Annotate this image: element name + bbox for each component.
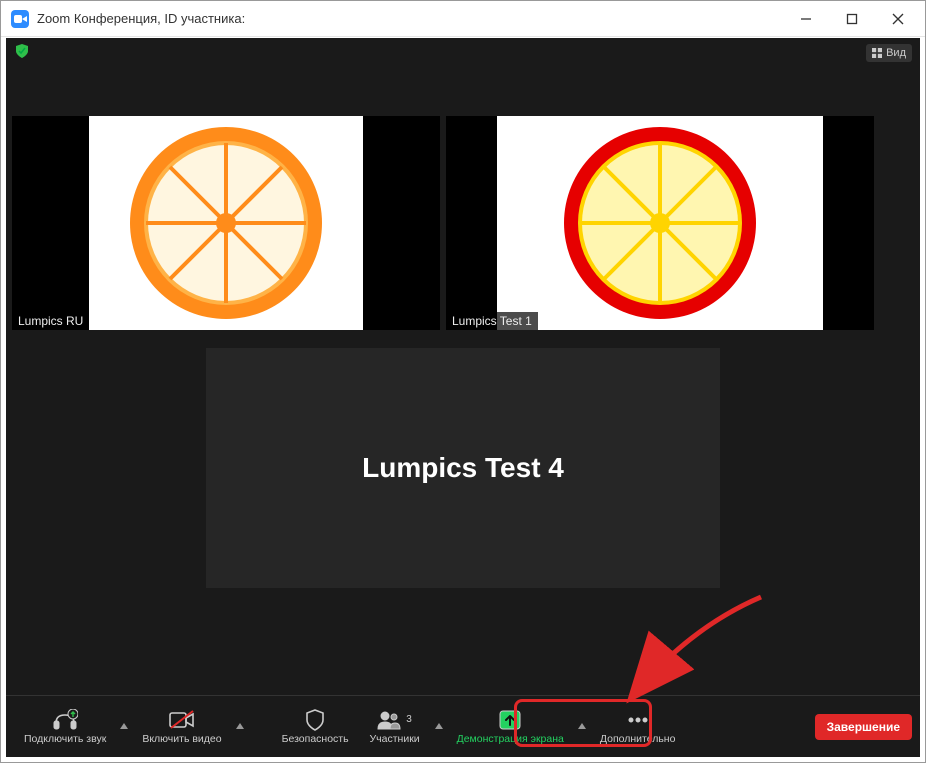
meeting-window: Вид [6, 38, 920, 757]
participant-tile[interactable]: Lumpics Test 1 [446, 116, 874, 330]
participants-label: Участники [369, 733, 419, 745]
window-title: Zoom Конференция, ID участника: [37, 11, 245, 26]
security-label: Безопасность [282, 733, 349, 745]
join-audio-button[interactable]: Подключить звук [14, 705, 116, 749]
participant-name-label: Lumpics RU [12, 312, 89, 330]
encryption-shield-icon[interactable] [14, 43, 30, 64]
participant-name-label: Lumpics Test 1 [446, 312, 538, 330]
start-video-button[interactable]: Включить видео [132, 705, 231, 749]
active-speaker-name: Lumpics Test 4 [362, 452, 564, 484]
window-close-button[interactable] [875, 1, 921, 37]
share-options-chevron[interactable] [574, 721, 590, 732]
participants-button[interactable]: 3 Участники [359, 705, 431, 749]
share-screen-label: Демонстрация экрана [457, 733, 564, 745]
more-button[interactable]: Дополнительно [590, 705, 686, 749]
window-minimize-button[interactable] [783, 1, 829, 37]
start-video-label: Включить видео [142, 733, 221, 745]
participant-tile[interactable]: Lumpics RU [12, 116, 440, 330]
end-meeting-label: Завершение [827, 720, 900, 734]
zoom-app-icon [11, 10, 29, 28]
video-options-chevron[interactable] [232, 721, 248, 732]
end-meeting-button[interactable]: Завершение [815, 714, 912, 740]
window-maximize-button[interactable] [829, 1, 875, 37]
more-label: Дополнительно [600, 733, 676, 745]
view-button[interactable]: Вид [866, 44, 912, 62]
participants-count: 3 [406, 714, 412, 725]
audio-options-chevron[interactable] [116, 721, 132, 732]
share-screen-button[interactable]: Демонстрация экрана [447, 705, 574, 749]
meeting-toolbar: Подключить звук Включить видео [6, 695, 920, 757]
participant-avatar [89, 116, 363, 330]
join-audio-label: Подключить звук [24, 733, 106, 745]
window-titlebar: Zoom Конференция, ID участника: [1, 1, 925, 37]
participant-avatar [497, 116, 822, 330]
participants-options-chevron[interactable] [431, 721, 447, 732]
view-button-label: Вид [886, 47, 906, 59]
security-button[interactable]: Безопасность [272, 705, 359, 749]
active-speaker-tile[interactable]: Lumpics Test 4 [206, 348, 720, 588]
